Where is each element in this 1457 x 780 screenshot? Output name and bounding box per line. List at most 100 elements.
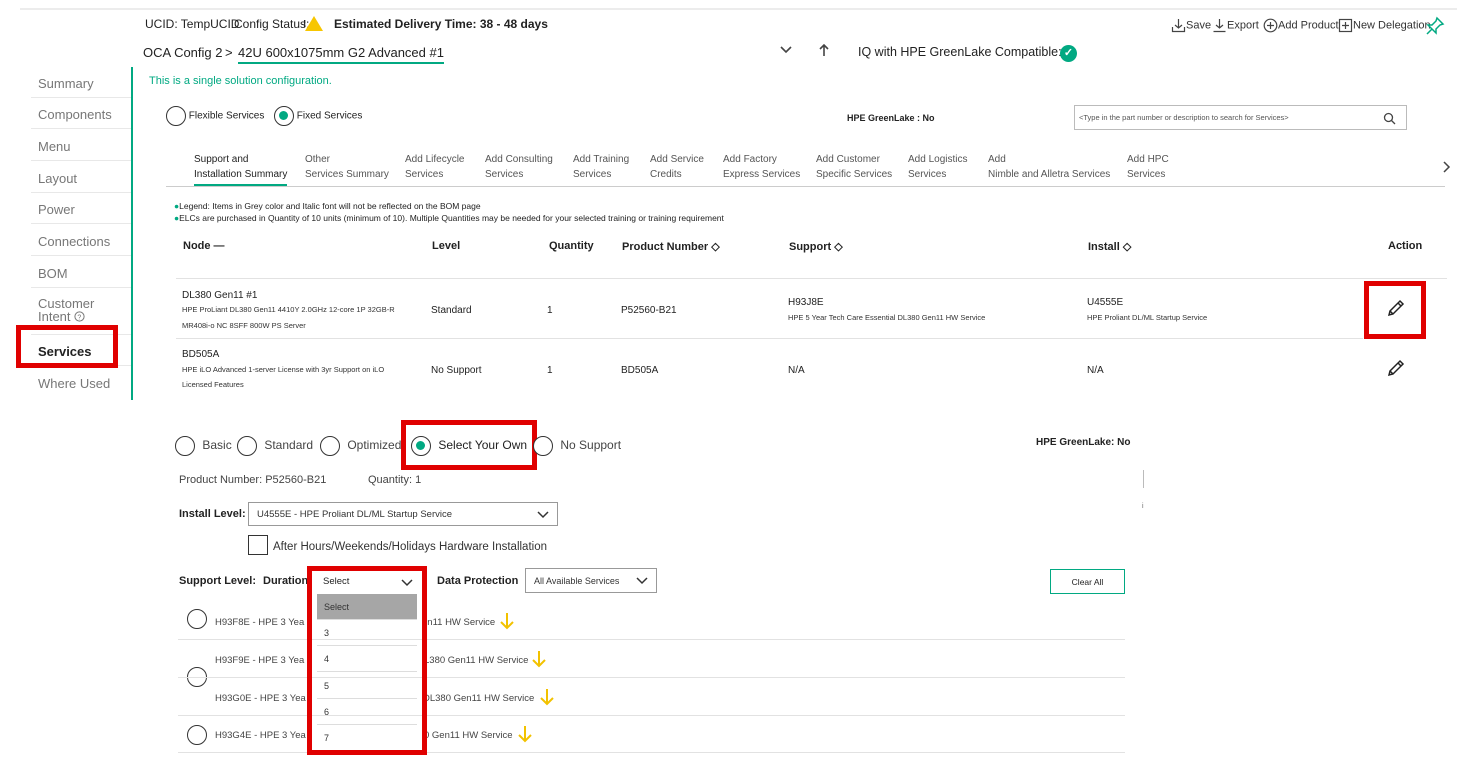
flexible-services-radio[interactable] xyxy=(166,106,186,126)
arrow-down-icon[interactable] xyxy=(500,612,514,630)
fixed-services-option[interactable]: Fixed Services xyxy=(274,106,362,126)
add-product-button[interactable]: Add Product xyxy=(1263,18,1339,33)
greenlake-status: HPE GreenLake : No xyxy=(847,113,935,123)
row-support-code: H93J8E xyxy=(788,297,824,308)
data-protection-select[interactable]: All Available Services xyxy=(525,568,657,593)
optimized-radio[interactable] xyxy=(320,436,340,456)
after-hours-label: After Hours/Weekends/Holidays Hardware I… xyxy=(273,541,547,553)
duration-label: Duration xyxy=(263,575,309,587)
sidebar-item-summary[interactable]: Summary xyxy=(31,67,131,98)
edit-pencil-icon[interactable] xyxy=(1386,358,1406,378)
service-desc-tail: DL380 Gen11 HW Service xyxy=(423,693,535,704)
col-level: Level xyxy=(432,240,461,252)
no-support-radio[interactable] xyxy=(533,436,553,456)
level-option-basic[interactable]: Basic xyxy=(175,436,232,456)
clear-all-button[interactable]: Clear All xyxy=(1050,569,1125,594)
legend-line-1: ●Legend: Items in Grey color and Italic … xyxy=(174,201,481,211)
service-code: H93F8E - HPE 3 Yea xyxy=(215,617,305,628)
col-quantity: Quantity xyxy=(549,240,594,252)
row-quantity: 1 xyxy=(547,365,553,376)
sidebar-item-connections[interactable]: Connections xyxy=(31,225,131,256)
sidebar-item-power[interactable]: Power xyxy=(31,193,131,224)
standard-radio[interactable] xyxy=(237,436,257,456)
new-delegation-button[interactable]: New Delegation xyxy=(1338,18,1431,33)
sidebar-item-where-used[interactable]: Where Used xyxy=(31,367,131,398)
pin-icon[interactable] xyxy=(1425,16,1445,41)
col-action: Action xyxy=(1388,240,1423,252)
after-hours-checkbox[interactable] xyxy=(248,535,268,555)
rack-name[interactable]: 42U 600x1075mm G2 Advanced #1 xyxy=(238,45,444,64)
row-install-code: N/A xyxy=(1087,365,1104,376)
service-search-box[interactable]: <Type in the part number or description … xyxy=(1074,105,1407,130)
col-install[interactable]: Install ◇ xyxy=(1088,240,1131,253)
tab-add-logistics-services[interactable]: Add Logistics Services xyxy=(908,152,967,182)
arrow-up-icon[interactable] xyxy=(818,43,830,62)
config-status-label: Config Status: xyxy=(234,17,310,31)
export-button[interactable]: Export xyxy=(1212,18,1259,33)
tab-add-consulting-services[interactable]: Add Consulting Services xyxy=(485,152,553,182)
row-desc-1: HPE iLO Advanced 1-server License with 3… xyxy=(182,365,385,374)
chevron-down-icon xyxy=(537,511,549,519)
arrow-down-icon[interactable] xyxy=(518,725,532,743)
highlight-edit-box xyxy=(1364,281,1426,339)
sidebar-item-menu[interactable]: Menu xyxy=(31,130,131,161)
tab-divider xyxy=(166,186,1445,187)
side-mark: i xyxy=(1142,503,1144,510)
tab-add-hpc-services[interactable]: Add HPC Services xyxy=(1127,152,1169,182)
row-desc-2: Licensed Features xyxy=(182,380,244,389)
sidebar-item-bom[interactable]: BOM xyxy=(31,257,131,288)
level-option-no-support[interactable]: No Support xyxy=(533,436,621,456)
chevron-right-icon[interactable] xyxy=(1442,160,1451,179)
service-desc-tail: L380 Gen11 HW Service xyxy=(424,655,529,666)
col-product-number[interactable]: Product Number ◇ xyxy=(622,240,720,253)
chevron-down-icon[interactable] xyxy=(779,43,793,62)
row-divider xyxy=(176,338,1363,339)
sidebar-item-layout[interactable]: Layout xyxy=(31,162,131,193)
arrow-down-icon[interactable] xyxy=(540,688,554,706)
level-option-optimized[interactable]: Optimized xyxy=(320,436,401,456)
col-node[interactable]: Node — xyxy=(183,240,225,252)
config-name[interactable]: OCA Config 2 xyxy=(143,45,223,60)
tab-other-services-summary[interactable]: Other Services Summary xyxy=(305,152,389,182)
search-input[interactable]: <Type in the part number or description … xyxy=(1079,113,1289,122)
service-code: H93G4E - HPE 3 Yea xyxy=(215,730,306,741)
service-desc-tail: 0 Gen11 HW Service xyxy=(424,730,513,741)
row-product-number: BD505A xyxy=(621,365,659,376)
tab-add-service-credits[interactable]: Add Service Credits xyxy=(650,152,704,182)
search-icon[interactable] xyxy=(1383,112,1396,125)
fixed-services-radio[interactable] xyxy=(274,106,294,126)
breadcrumb-separator: > xyxy=(225,45,233,60)
check-circle-icon: ✓ xyxy=(1060,43,1077,62)
install-level-select[interactable]: U4555E - HPE Proliant DL/ML Startup Serv… xyxy=(248,502,558,526)
col-support[interactable]: Support ◇ xyxy=(789,240,843,253)
row-product-number: P52560-B21 xyxy=(621,305,677,316)
service-desc-tail: en11 HW Service xyxy=(422,617,496,628)
service-radio[interactable] xyxy=(187,609,207,629)
delivery-time: Estimated Delivery Time: 38 - 48 days xyxy=(334,17,548,31)
flexible-services-option[interactable]: Flexible Services xyxy=(166,106,264,126)
save-button[interactable]: Save xyxy=(1171,18,1211,33)
tab-add-lifecycle-services[interactable]: Add Lifecycle Services xyxy=(405,152,464,182)
chevron-down-icon xyxy=(636,577,648,585)
export-icon xyxy=(1213,19,1226,33)
service-code: H93G0E - HPE 3 Yea xyxy=(215,693,306,704)
tab-add-customer-specific[interactable]: Add Customer Specific Services xyxy=(816,152,892,182)
sidebar-item-components[interactable]: Components xyxy=(31,98,131,129)
tab-add-factory-express[interactable]: Add Factory Express Services xyxy=(723,152,800,182)
level-option-standard[interactable]: Standard xyxy=(237,436,313,456)
install-level-label: Install Level: xyxy=(179,508,246,520)
tab-add-nimble-alletra[interactable]: Add Nimble and Alletra Services xyxy=(988,152,1110,182)
highlight-select-own-box xyxy=(401,420,537,470)
service-radio[interactable] xyxy=(187,725,207,745)
row-level: Standard xyxy=(431,305,472,316)
basic-radio[interactable] xyxy=(175,436,195,456)
quantity-label: Quantity: 1 xyxy=(368,474,422,486)
arrow-down-icon[interactable] xyxy=(532,650,546,668)
product-number-label: Product Number: P52560-B21 xyxy=(179,474,327,486)
service-code: H93F9E - HPE 3 Yea xyxy=(215,655,305,666)
row-install-code: U4555E xyxy=(1087,297,1124,308)
side-divider xyxy=(1143,470,1144,488)
tab-add-training-services[interactable]: Add Training Services xyxy=(573,152,629,182)
row-desc-1: HPE ProLiant DL380 Gen11 4410Y 2.0GHz 12… xyxy=(182,305,395,314)
tab-support-installation-summary[interactable]: Support and Installation Summary xyxy=(194,152,288,186)
